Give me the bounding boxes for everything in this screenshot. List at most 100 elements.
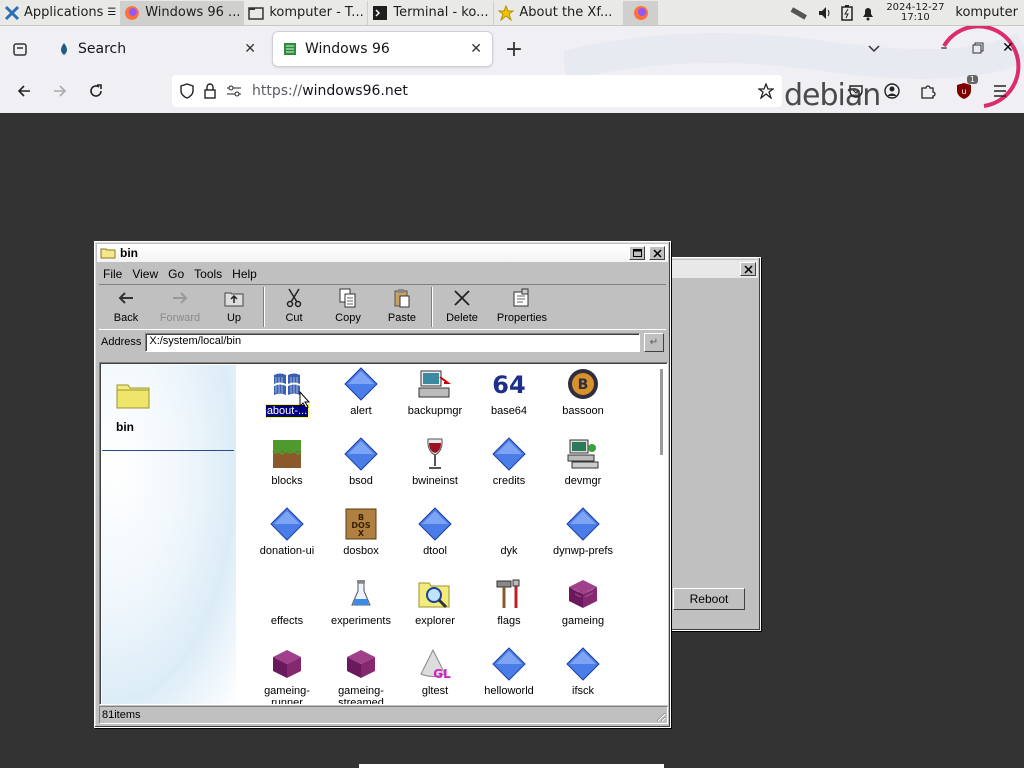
toolbar-copy-button[interactable]: Copy	[321, 287, 375, 324]
file-item-helloworld[interactable]: helloworld	[472, 645, 546, 704]
taskbar-item-firefox[interactable]: Windows 96 ...	[120, 0, 245, 25]
file-item-experiments[interactable]: experiments	[324, 575, 398, 645]
file-item-bsod[interactable]: bsod	[324, 435, 398, 505]
file-item-gameing-runner[interactable]: gameing-runner	[250, 645, 324, 704]
back-button[interactable]	[10, 77, 38, 105]
file-item-backupmgr[interactable]: backupmgr	[398, 365, 472, 435]
extensions-button[interactable]	[914, 77, 942, 105]
vertical-scrollbar[interactable]	[659, 365, 665, 704]
toolbar-delete-button[interactable]: Delete	[435, 287, 489, 324]
lock-icon[interactable]	[204, 83, 216, 99]
tab-search[interactable]: Search ✕	[48, 32, 266, 66]
toolbar-forward-button[interactable]: Forward	[153, 287, 207, 324]
toolbar-paste-button[interactable]: Paste	[375, 287, 429, 324]
file-item-about[interactable]: about-...	[250, 365, 324, 435]
list-all-tabs-button[interactable]	[860, 35, 888, 63]
ublock-button[interactable]: u 1	[950, 75, 978, 105]
panel-username[interactable]: komputer	[955, 5, 1018, 20]
toolbar-properties-button[interactable]: Properties	[489, 287, 555, 324]
permissions-icon[interactable]	[226, 84, 242, 98]
file-item-gltest[interactable]: GL gltest	[398, 645, 472, 704]
tracking-protection-icon[interactable]	[180, 83, 194, 99]
reboot-button[interactable]: Reboot	[673, 588, 745, 610]
pocket-button[interactable]	[842, 77, 870, 105]
file-item-flags[interactable]: flags	[472, 575, 546, 645]
puzzle-icon	[921, 85, 936, 99]
minimize-button[interactable]: –	[930, 34, 958, 62]
taskbar-item-terminal[interactable]: Terminal - ko...	[368, 0, 495, 25]
taskbar-item-about-xfce[interactable]: About the Xf...	[494, 0, 625, 25]
file-item-dosbox[interactable]: B DOS X dosbox	[324, 505, 398, 575]
close-tab-icon[interactable]: ✕	[470, 41, 482, 57]
windows96-tab-icon	[284, 43, 296, 55]
file-item-label: credits	[492, 475, 526, 487]
toolbar-cut-button[interactable]: Cut	[267, 287, 321, 324]
forward-button[interactable]	[46, 77, 74, 105]
menu-tools[interactable]: Tools	[194, 267, 222, 281]
resize-grip-icon[interactable]	[654, 710, 666, 722]
firefox-view-button[interactable]	[6, 35, 34, 63]
file-item-ifsck[interactable]: ifsck	[546, 645, 620, 704]
bassoon-logo-icon: B	[566, 367, 600, 401]
file-item-gameing-streamed[interactable]: gameing-streamed	[324, 645, 398, 704]
close-button[interactable]	[740, 262, 756, 276]
toolbar-label: Cut	[285, 312, 303, 324]
bin-explorer-window[interactable]: bin File View Go Tools Help Back Forward	[94, 241, 671, 728]
file-item-dtool[interactable]: dtool	[398, 505, 472, 575]
menu-file[interactable]: File	[103, 267, 122, 281]
close-button[interactable]	[649, 246, 665, 260]
maximize-button[interactable]	[964, 34, 992, 62]
account-button[interactable]	[878, 77, 906, 105]
file-item-bwineinst[interactable]: bwineinst	[398, 435, 472, 505]
volume-icon[interactable]	[817, 5, 833, 21]
close-window-button[interactable]: ✕	[994, 34, 1022, 62]
maximize-button[interactable]	[629, 246, 645, 260]
address-go-button[interactable]: ↵	[644, 332, 664, 352]
menu-view[interactable]: View	[132, 267, 158, 281]
background-dialog-window[interactable]: Reboot	[662, 257, 761, 631]
app-menu-button[interactable]	[986, 77, 1014, 105]
taskbar-edge	[359, 764, 664, 768]
network-icon[interactable]	[789, 5, 809, 21]
file-item-dynwp-prefs[interactable]: dynwp-prefs	[546, 505, 620, 575]
file-item-effects[interactable]: effects	[250, 575, 324, 645]
file-item-devmgr[interactable]: devmgr	[546, 435, 620, 505]
background-window-titlebar[interactable]	[665, 260, 758, 278]
window-titlebar[interactable]: bin	[97, 244, 668, 262]
file-item-base64[interactable]: 64 base64	[472, 365, 546, 435]
applications-menu-button[interactable]: Applications ☰	[0, 0, 120, 26]
notification-bell-icon[interactable]	[861, 5, 875, 21]
taskbar-item-file-manager[interactable]: komputer - T...	[244, 0, 369, 25]
menu-go[interactable]: Go	[168, 267, 184, 281]
bookmark-star-icon[interactable]	[758, 83, 774, 99]
file-item-label: gameing	[561, 615, 605, 627]
file-item-donation-ui[interactable]: donation-ui	[250, 505, 324, 575]
battery-icon[interactable]	[841, 4, 854, 21]
url-text: https://windows96.net	[252, 83, 408, 99]
file-item-label: bassoon	[562, 405, 604, 417]
item-count: 81items	[102, 709, 141, 721]
toolbar-back-button[interactable]: Back	[99, 287, 153, 324]
scrollbar-thumb[interactable]	[660, 369, 663, 455]
panel-clock[interactable]: 2024-12-27 17:10	[883, 2, 947, 23]
close-tab-icon[interactable]: ✕	[244, 41, 256, 57]
menu-help[interactable]: Help	[232, 267, 257, 281]
address-input[interactable]: X:/system/local/bin	[145, 332, 640, 352]
file-item-gameing[interactable]: gameing	[546, 575, 620, 645]
file-item-alert[interactable]: alert	[324, 365, 398, 435]
url-bar[interactable]: https://windows96.net	[172, 75, 782, 107]
dosbox-icon: B DOS X	[344, 507, 378, 541]
taskbar-item-firefox-small[interactable]	[624, 0, 659, 25]
file-item-explorer[interactable]: explorer	[398, 575, 472, 645]
tab-windows-96[interactable]: Windows 96 ✕	[273, 32, 492, 66]
account-icon	[884, 83, 900, 99]
file-item-dyk[interactable]: dyk	[472, 505, 546, 575]
file-item-blocks[interactable]: blocks	[250, 435, 324, 505]
taskbar-label: About the Xf...	[519, 5, 613, 20]
file-item-credits[interactable]: credits	[472, 435, 546, 505]
new-tab-button[interactable]: +	[500, 35, 528, 63]
reload-button[interactable]	[82, 77, 110, 105]
pane-divider	[102, 450, 234, 451]
file-item-bassoon[interactable]: B bassoon	[546, 365, 620, 435]
toolbar-up-button[interactable]: Up	[207, 287, 261, 324]
